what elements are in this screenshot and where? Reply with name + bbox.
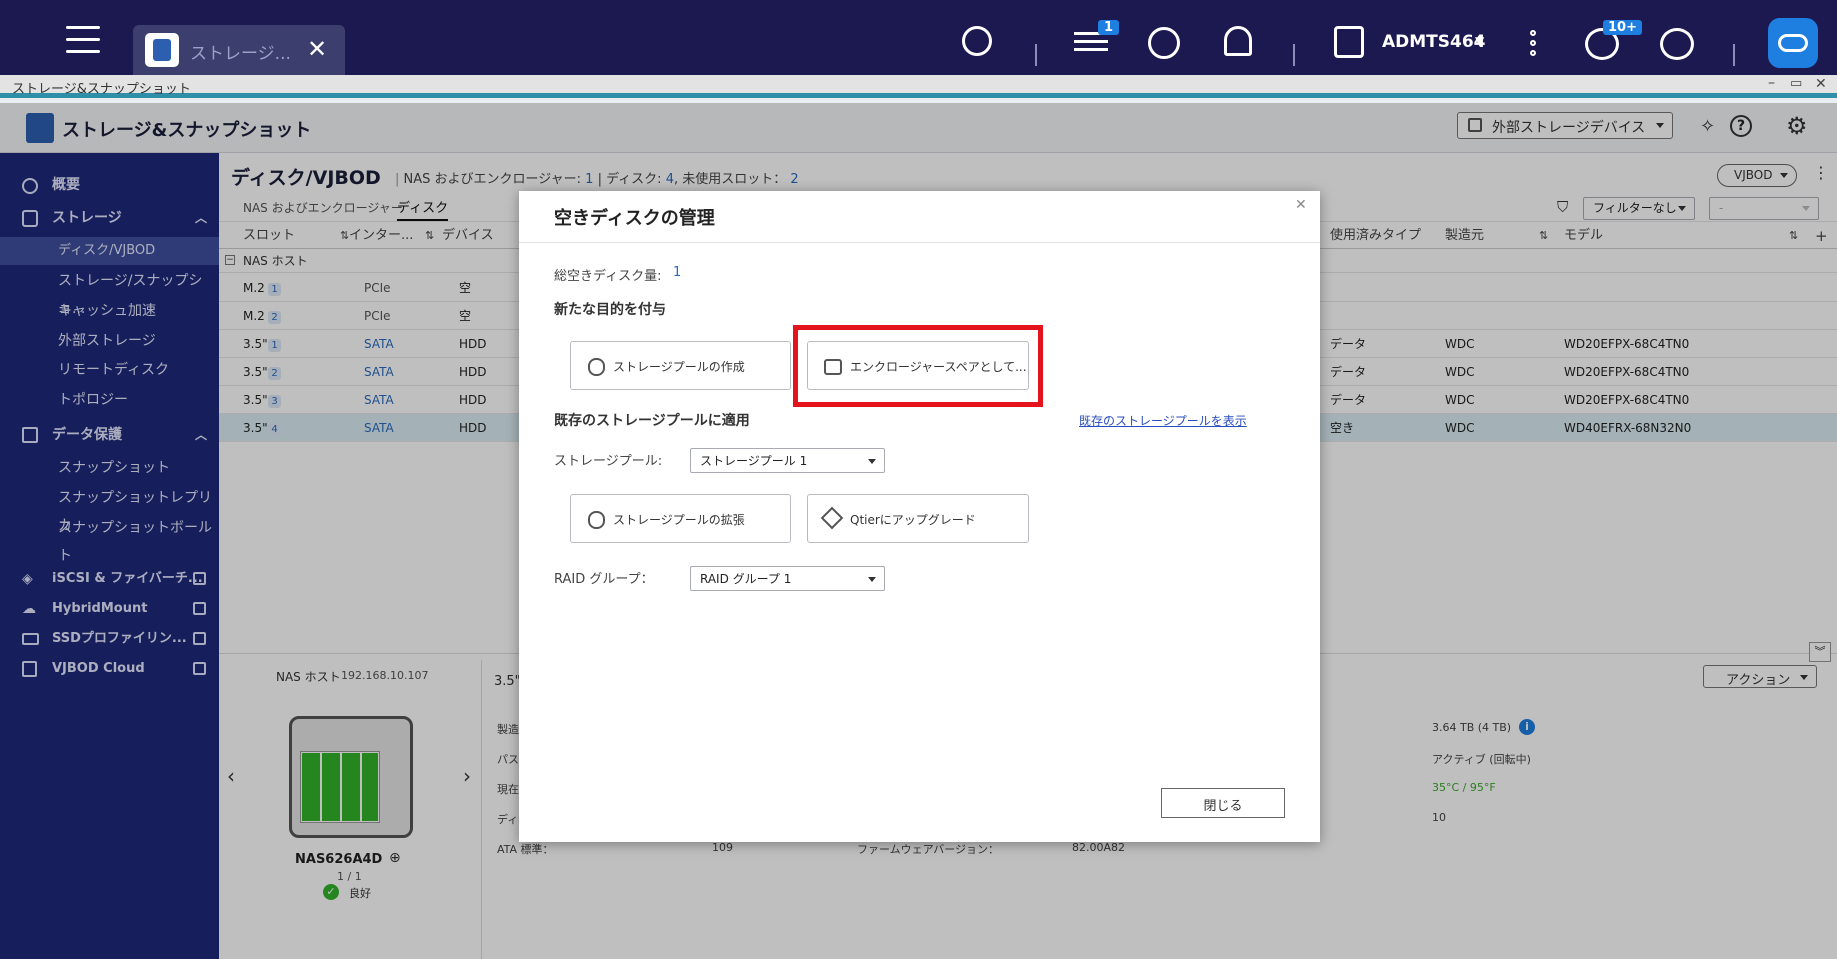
show-existing-pool-link[interactable]: 既存のストレージプールを表示 (1079, 412, 1247, 429)
divider (1733, 44, 1735, 66)
divider (1293, 44, 1295, 66)
create-pool-button[interactable]: ストレージプールの作成 (570, 341, 791, 390)
window-title: ストレージ&スナップショット (12, 82, 191, 97)
close-button-label: 閉じる (1203, 799, 1243, 814)
dialog-title: 空きディスクの管理 (554, 208, 715, 229)
bell-icon[interactable] (1224, 26, 1252, 56)
qtier-upgrade-label: Qtierにアップグレード (850, 513, 976, 527)
menu-icon[interactable] (66, 24, 100, 54)
create-pool-icon (588, 358, 605, 376)
minimize-icon[interactable]: – (1768, 75, 1775, 91)
more-icon[interactable] (1530, 30, 1536, 60)
search-icon[interactable] (962, 26, 992, 56)
update-badge: 1 (1098, 20, 1120, 35)
dialog-close-icon[interactable]: ✕ (1295, 197, 1307, 213)
modal-backdrop-header (0, 103, 1837, 153)
chevron-down-icon (868, 459, 876, 464)
create-pool-label: ストレージプールの作成 (613, 360, 745, 374)
desktop-topbar: ストレージ... ✕ 1 ADMTS464 ▼ 10+ (0, 0, 1837, 75)
user-icon[interactable] (1334, 26, 1364, 58)
sync-icon[interactable] (1148, 27, 1180, 59)
raid-label: RAID グループ： (554, 572, 654, 587)
close-tab-icon[interactable]: ✕ (307, 35, 327, 63)
pool-select[interactable]: ストレージプール 1 (690, 448, 885, 473)
expand-pool-label: ストレージプールの拡張 (613, 513, 745, 527)
total-free-value: 1 (673, 265, 682, 280)
user-dropdown-icon[interactable]: ▼ (1475, 34, 1484, 48)
pool-label: ストレージプール: (554, 454, 663, 469)
cloud-icon[interactable] (1768, 18, 1818, 68)
storage-app-icon (145, 33, 179, 67)
close-window-icon[interactable]: ✕ (1815, 76, 1827, 92)
expand-pool-button[interactable]: ストレージプールの拡張 (570, 494, 791, 543)
layers-icon (820, 506, 844, 530)
maximize-icon[interactable]: ▭ (1790, 76, 1802, 91)
highlight-box (793, 325, 1043, 407)
new-purpose-heading: 新たな目的を付与 (554, 302, 666, 318)
pool-select-value: ストレージプール 1 (700, 454, 808, 468)
notification-badge: 10+ (1603, 20, 1642, 35)
dialog-header-divider (519, 242, 1320, 243)
apply-existing-heading-text: 既存のストレージプールに適用 (554, 413, 750, 429)
chevron-down-icon (868, 577, 876, 582)
total-free-label: 総空きディスク量: (554, 269, 662, 284)
pool-icon (588, 511, 605, 529)
username[interactable]: ADMTS464 (1382, 32, 1486, 52)
qtier-upgrade-button[interactable]: Qtierにアップグレード (807, 494, 1029, 543)
window-titlebar: ストレージ&スナップショット – ▭ ✕ (0, 75, 1837, 98)
raid-select[interactable]: RAID グループ 1 (690, 566, 885, 591)
close-button[interactable]: 閉じる (1161, 788, 1285, 818)
dashboard-icon[interactable] (1660, 28, 1694, 60)
app-tab-label: ストレージ... (190, 44, 291, 64)
divider (1035, 44, 1037, 66)
raid-select-value: RAID グループ 1 (700, 572, 792, 586)
app-tab[interactable]: ストレージ... ✕ (133, 25, 345, 75)
free-disk-dialog: 空きディスクの管理 ✕ 総空きディスク量: 1 新たな目的を付与 ストレージプー… (519, 191, 1320, 842)
